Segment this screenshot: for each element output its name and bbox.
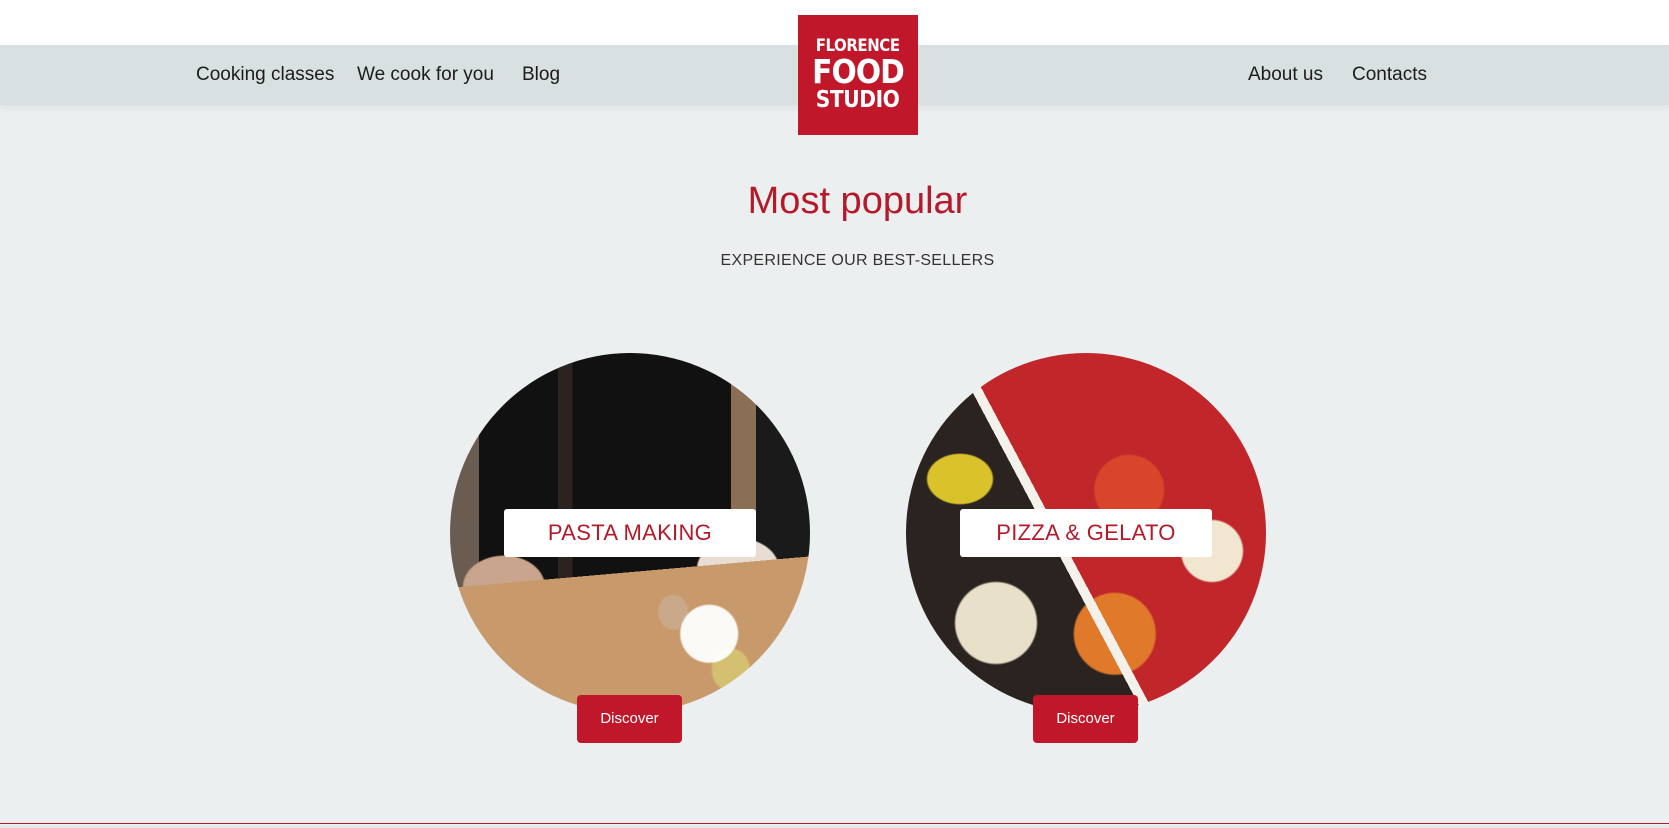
nav-we-cook-for-you[interactable]: We cook for you — [357, 45, 494, 105]
card-label[interactable]: PASTA MAKING — [504, 509, 756, 557]
card-pizza-gelato: PIZZA & GELATO Discover — [906, 353, 1266, 743]
nav-about-us[interactable]: About us — [1248, 45, 1323, 105]
discover-button[interactable]: Discover — [1033, 695, 1138, 743]
discover-button[interactable]: Discover — [577, 695, 682, 743]
section-title: Most popular — [747, 180, 968, 222]
card-label[interactable]: PIZZA & GELATO — [960, 509, 1212, 557]
section-subtitle: EXPERIENCE OUR BEST-SELLERS — [720, 252, 995, 269]
nav-contacts[interactable]: Contacts — [1352, 45, 1427, 105]
logo-line-2: FOOD — [812, 52, 905, 92]
section-divider — [0, 823, 1669, 824]
logo-line-3: STUDIO — [816, 86, 900, 113]
nav-cooking-classes[interactable]: Cooking classes — [196, 45, 334, 105]
card-pasta-making: PASTA MAKING Discover — [450, 353, 810, 743]
florence-food-studio-logo[interactable]: FLORENCE FOOD STUDIO — [798, 15, 918, 135]
nav-blog[interactable]: Blog — [522, 45, 560, 105]
